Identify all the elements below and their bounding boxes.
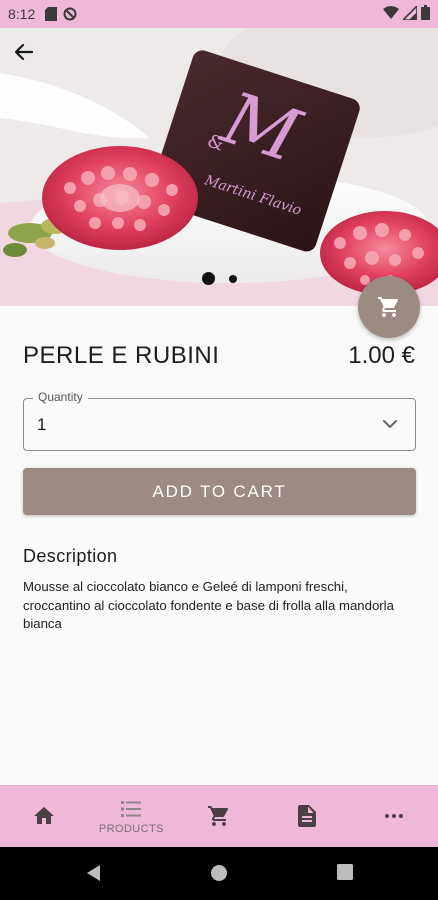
nav-orders[interactable]: [263, 785, 351, 847]
product-photo: M & Martini Flavio: [0, 28, 438, 306]
status-bar: 8:12: [0, 0, 438, 28]
system-navigation-bar: [0, 847, 438, 900]
signal-icon: [401, 3, 418, 24]
back-arrow-icon: [14, 43, 34, 61]
description-text: Mousse al cioccolato bianco e Geleé di l…: [23, 579, 394, 631]
data-saver-icon: [63, 7, 77, 21]
circle-home-icon: [211, 865, 227, 881]
raspberry-left: [42, 146, 198, 250]
nav-products-label: PRODUCTS: [98, 822, 164, 835]
home-icon: [33, 807, 54, 824]
description-heading: Description: [23, 546, 118, 566]
nav-cart[interactable]: [175, 785, 263, 847]
back-button[interactable]: [14, 42, 50, 78]
cart-icon: [207, 806, 228, 826]
list-icon: [121, 800, 142, 817]
battery-icon: [421, 4, 430, 24]
cart-fab-button[interactable]: [358, 276, 420, 338]
nav-more[interactable]: [350, 785, 438, 847]
system-recents-button[interactable]: [336, 863, 354, 885]
system-home-button[interactable]: [209, 863, 229, 887]
bottom-navigation: PRODUCTS: [0, 785, 438, 847]
status-right-icons: [383, 3, 430, 24]
carousel-dot-2[interactable]: [228, 274, 237, 283]
nav-products[interactable]: PRODUCTS: [88, 785, 176, 847]
cart-icon: [378, 297, 399, 317]
status-time: 8:12: [8, 6, 36, 22]
triangle-back-icon: [87, 865, 100, 881]
product-price: 1.00 €: [348, 342, 415, 369]
square-recents-icon: [337, 864, 353, 880]
quantity-value: 1: [37, 415, 47, 434]
nav-home[interactable]: [0, 785, 88, 847]
product-title: PERLE E RUBINI: [23, 342, 220, 369]
sd-card-icon: [45, 7, 58, 21]
add-to-cart-button[interactable]: ADD TO CART: [23, 468, 416, 515]
product-image-carousel[interactable]: M & Martini Flavio: [0, 28, 438, 306]
quantity-label: Quantity: [33, 390, 88, 404]
chevron-down-icon: [381, 415, 399, 437]
more-icon: [385, 814, 404, 818]
carousel-dot-1[interactable]: [201, 272, 215, 285]
quantity-select[interactable]: Quantity 1: [23, 390, 416, 451]
system-back-button[interactable]: [84, 863, 102, 887]
wifi-icon: [383, 5, 399, 24]
document-icon: [297, 805, 316, 827]
